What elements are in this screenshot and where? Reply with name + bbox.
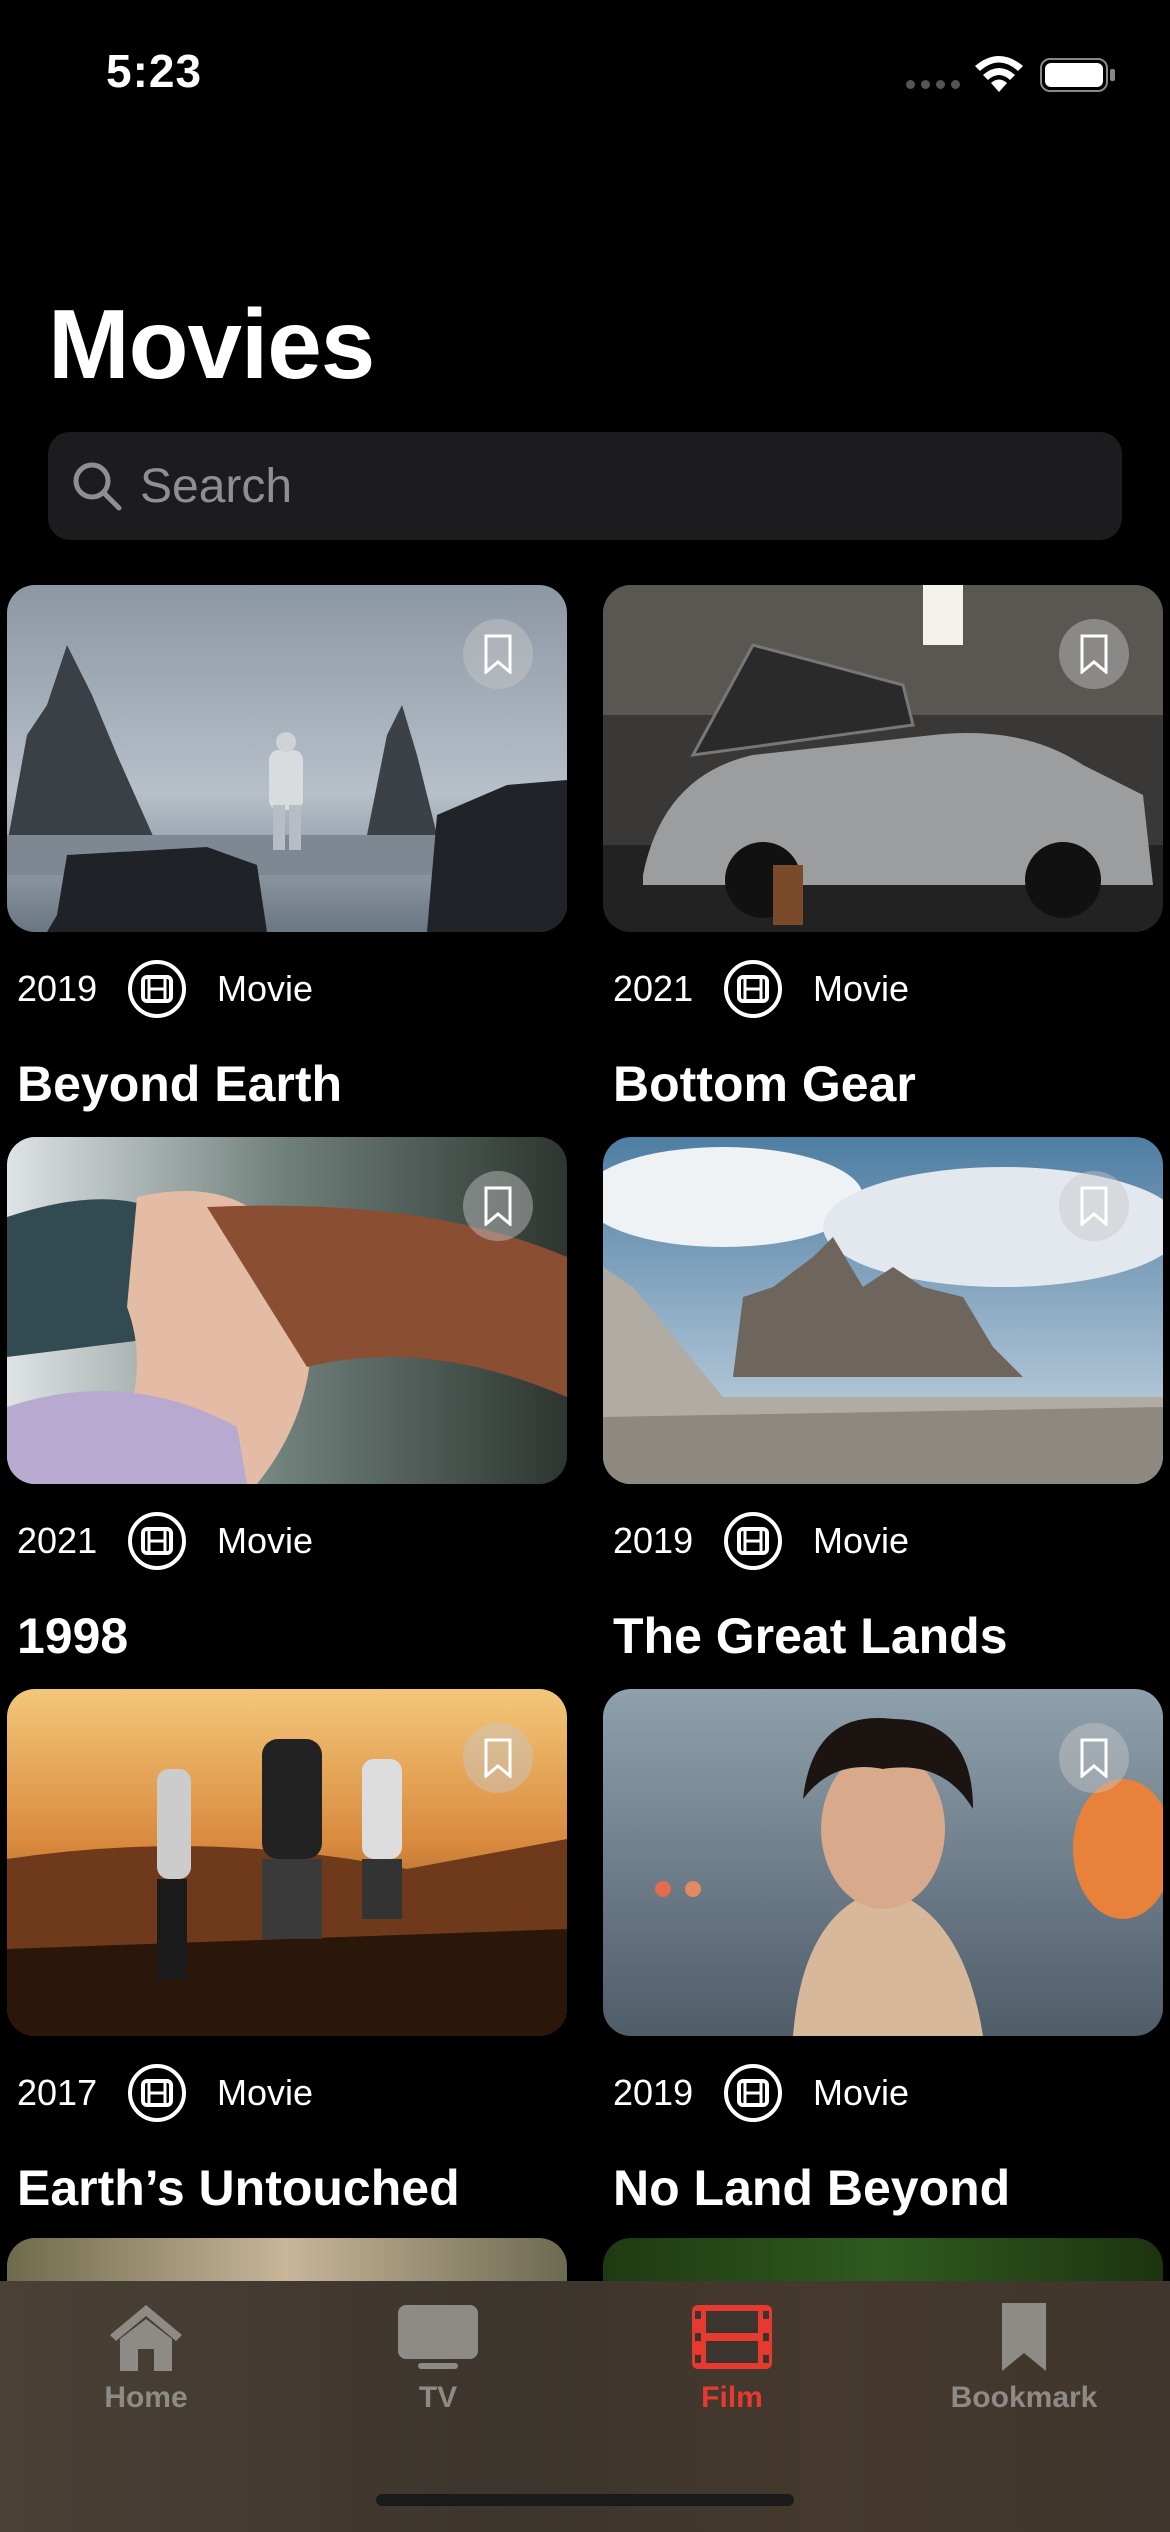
film-icon	[724, 2064, 782, 2122]
movie-title[interactable]: Beyond Earth	[17, 1055, 342, 1113]
search-icon	[73, 462, 122, 511]
bookmark-button[interactable]	[1059, 1723, 1129, 1793]
movie-card[interactable]: 2021 Movie 1998	[7, 1137, 567, 1689]
tab-label: Bookmark	[950, 2381, 1098, 2414]
page-title: Movies	[48, 289, 375, 399]
bookmark-icon	[484, 1738, 512, 1778]
movie-title[interactable]: Bottom Gear	[613, 1055, 916, 1113]
movie-type: Movie	[813, 2072, 910, 2113]
movie-type: Movie	[217, 968, 314, 1009]
bookmark-button[interactable]	[463, 1723, 533, 1793]
movie-meta: 2019 Movie	[17, 957, 313, 1021]
bookmark-icon	[1080, 1186, 1108, 1226]
tab-label: Film	[701, 2381, 763, 2414]
movie-year: 2019	[613, 1520, 694, 1561]
bookmark-icon	[1002, 2303, 1046, 2371]
bookmark-button[interactable]	[463, 619, 533, 689]
movie-year: 2017	[17, 2072, 98, 2113]
bookmark-icon	[1080, 634, 1108, 674]
movie-type: Movie	[217, 2072, 314, 2113]
movie-thumbnail[interactable]	[7, 1689, 567, 2036]
movie-meta: 2019 Movie	[613, 2061, 909, 2125]
movie-title[interactable]: 1998	[17, 1607, 128, 1665]
bookmark-icon	[484, 1186, 512, 1226]
film-icon	[128, 960, 186, 1018]
movie-meta: 2017 Movie	[17, 2061, 313, 2125]
movie-card[interactable]: 2019 Movie No Land Beyond	[603, 1689, 1163, 2241]
status-time: 5:23	[106, 45, 203, 97]
movie-thumbnail[interactable]	[603, 1689, 1163, 2036]
search-bar[interactable]	[48, 432, 1122, 540]
movie-thumbnail[interactable]	[603, 1137, 1163, 1484]
movie-meta: 2021 Movie	[17, 1509, 313, 1573]
film-icon	[128, 2064, 186, 2122]
film-icon	[692, 2305, 772, 2369]
film-icon	[128, 1512, 186, 1570]
home-icon	[110, 2305, 182, 2371]
movie-thumbnail[interactable]	[603, 585, 1163, 932]
wifi-icon	[975, 56, 1023, 92]
movie-type: Movie	[813, 968, 910, 1009]
tab-bookmark[interactable]: Bookmark	[904, 2301, 1144, 2441]
movie-card[interactable]: 2017 Movie Earth’s Untouched	[7, 1689, 567, 2241]
search-input[interactable]	[140, 458, 1040, 514]
movie-card[interactable]: 2019 Movie The Great Lands	[603, 1137, 1163, 1689]
tab-film[interactable]: Film	[612, 2301, 852, 2441]
movie-thumbnail[interactable]	[7, 585, 567, 932]
tab-home[interactable]: Home	[26, 2301, 266, 2441]
movie-year: 2019	[613, 2072, 694, 2113]
movie-type: Movie	[813, 1520, 910, 1561]
movie-year: 2021	[613, 968, 694, 1009]
home-indicator	[376, 2494, 794, 2506]
movie-meta: 2021 Movie	[613, 957, 909, 1021]
bookmark-button[interactable]	[463, 1171, 533, 1241]
film-icon	[724, 960, 782, 1018]
signal-icon	[906, 80, 960, 89]
movie-type: Movie	[217, 1520, 314, 1561]
movie-title[interactable]: Earth’s Untouched	[17, 2159, 460, 2217]
tv-icon	[398, 2305, 478, 2369]
movie-title[interactable]: The Great Lands	[613, 1607, 1008, 1665]
battery-icon	[1040, 58, 1115, 92]
movie-card[interactable]: 2021 Movie Bottom Gear	[603, 585, 1163, 1137]
bookmark-icon	[484, 634, 512, 674]
movie-thumbnail[interactable]	[7, 1137, 567, 1484]
status-bar: 5:23	[0, 0, 1170, 150]
film-icon	[724, 1512, 782, 1570]
movie-title[interactable]: No Land Beyond	[613, 2159, 1010, 2217]
bookmark-icon	[1080, 1738, 1108, 1778]
bookmark-button[interactable]	[1059, 619, 1129, 689]
tab-label: TV	[418, 2381, 458, 2414]
tab-tv[interactable]: TV	[318, 2301, 558, 2441]
movie-meta: 2019 Movie	[613, 1509, 909, 1573]
movie-card[interactable]: 2019 Movie Beyond Earth	[7, 585, 567, 1137]
tab-label: Home	[104, 2381, 188, 2414]
movie-year: 2019	[17, 968, 98, 1009]
movie-year: 2021	[17, 1520, 98, 1561]
bookmark-button[interactable]	[1059, 1171, 1129, 1241]
